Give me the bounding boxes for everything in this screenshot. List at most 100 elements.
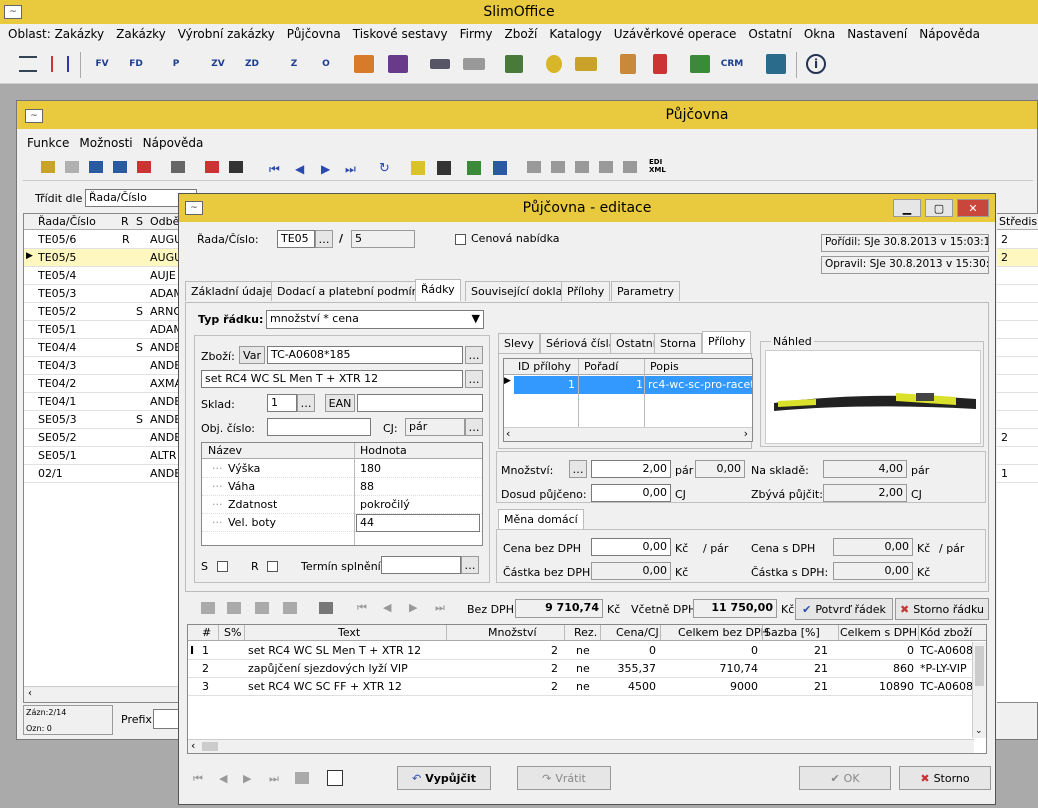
storno-button[interactable]: ✖ Storno — [899, 766, 991, 790]
horizontal-scrollbar[interactable]: ‹ — [24, 686, 180, 702]
subtab-3[interactable]: Storna — [654, 333, 703, 353]
last-record-icon[interactable]: ⏭ — [345, 162, 356, 177]
people-icon[interactable] — [686, 50, 714, 78]
lines-col-5[interactable]: Cena/CJ. — [616, 626, 662, 639]
sklad-lookup-button[interactable]: … — [297, 394, 315, 412]
export-icon[interactable] — [467, 161, 481, 175]
box-icon[interactable] — [350, 50, 378, 78]
lines-hscrollbar[interactable]: ‹ — [188, 739, 974, 753]
sklad-input[interactable]: 1 — [267, 394, 297, 412]
tab-2[interactable]: Řádky — [415, 279, 461, 301]
line-last-icon[interactable]: ⏭ — [435, 601, 445, 615]
document-z-icon[interactable]: Z — [280, 50, 308, 78]
r-checkbox[interactable] — [267, 561, 278, 572]
table-row[interactable]: TE05/1 ADAM — [24, 321, 180, 339]
truck-icon[interactable] — [572, 50, 600, 78]
col-id-prilohy[interactable]: ID přílohy — [518, 360, 571, 373]
col-rada-cislo[interactable]: Řada/Číslo — [38, 215, 96, 228]
delete-icon[interactable] — [137, 161, 151, 173]
mnozstvi-lookup-button[interactable]: … — [569, 460, 587, 478]
line-delete-icon[interactable] — [283, 602, 297, 614]
prefix-input[interactable] — [153, 709, 181, 729]
parameter-row[interactable]: ··· Výška 180 — [202, 460, 482, 478]
cena-bez-input[interactable]: 0,00 — [591, 538, 671, 556]
lines-col-7[interactable]: Sazba [%] — [764, 626, 820, 639]
dosud-input[interactable]: 0,00 — [591, 484, 671, 502]
doc-prev-icon[interactable]: ◀ — [219, 772, 227, 785]
mnozstvi-input[interactable]: 2,00 — [591, 460, 671, 478]
table-row[interactable]: TE04/1 ANDE — [24, 393, 180, 411]
cislo-input[interactable]: 5 — [351, 230, 415, 248]
line-next-icon[interactable]: ▶ — [409, 601, 417, 614]
scroll-right-icon[interactable]: › — [744, 427, 748, 440]
termin-lookup-button[interactable]: … — [461, 556, 479, 574]
line-row[interactable]: 3 set RC4 WC SC FF + XTR 12 2 ne 4500 9000 21 1… — [188, 678, 972, 696]
ean-input[interactable] — [357, 394, 483, 412]
invoice-fv-icon[interactable]: FV — [88, 50, 116, 78]
subtab-0[interactable]: Slevy — [498, 333, 540, 353]
card-icon[interactable] — [575, 161, 589, 173]
ean-button[interactable]: EAN — [325, 394, 355, 412]
open-icon[interactable] — [89, 161, 103, 173]
menu-item-12[interactable]: Nápověda — [919, 27, 980, 41]
zbozi-name-input[interactable]: set RC4 WC SL Men T + XTR 12 — [201, 370, 463, 388]
table-row[interactable]: SE05/1 ALTR — [24, 447, 180, 465]
menu-item-4[interactable]: Tiskové sestavy — [353, 27, 448, 41]
table-icon[interactable] — [411, 161, 425, 175]
table-row[interactable]: TE05/6 R AUGU — [24, 231, 180, 249]
stock-icon[interactable] — [426, 50, 454, 78]
document-zv-icon[interactable]: ZV — [204, 50, 232, 78]
copy-icon[interactable] — [65, 161, 79, 173]
menu-item-11[interactable]: Nastavení — [847, 27, 907, 41]
list-icon[interactable] — [14, 50, 42, 78]
parameter-row[interactable]: ··· Váha 88 — [202, 478, 482, 496]
menu-item-6[interactable]: Zboží — [505, 27, 538, 41]
table-row[interactable]: TE04/3 ANDE — [24, 357, 180, 375]
lines-col-3[interactable]: Množství — [488, 626, 537, 639]
tab-5[interactable]: Parametry — [611, 281, 680, 301]
maximize-button[interactable]: ▢ — [925, 199, 953, 217]
doc-print-icon[interactable] — [295, 772, 309, 784]
line-prev-icon[interactable]: ◀ — [383, 601, 391, 614]
vypujcit-button[interactable]: ↶ Vypůjčit — [397, 766, 491, 790]
document-p-icon[interactable]: P — [162, 50, 190, 78]
table-row[interactable]: SE05/2 ANDE — [24, 429, 180, 447]
rada-lookup-button[interactable]: … — [315, 230, 333, 248]
typ-radku-select[interactable]: množství * cena ▼ — [266, 310, 484, 329]
menu-item-9[interactable]: Ostatní — [748, 27, 791, 41]
refresh-icon[interactable]: ↻ — [379, 161, 390, 176]
home-users-icon[interactable] — [762, 50, 790, 78]
line-add-icon[interactable] — [227, 602, 241, 614]
parameter-value[interactable]: 44 — [356, 514, 480, 532]
col-poradi[interactable]: Pořadí — [584, 360, 618, 373]
settings-grid-icon[interactable] — [493, 161, 507, 175]
line-edit-icon[interactable] — [255, 602, 269, 614]
bg-menu-item-1[interactable]: Možnosti — [79, 136, 132, 150]
table-row[interactable]: ▶ TE05/5 AUGU — [24, 249, 180, 267]
import-icon[interactable] — [527, 161, 541, 173]
find-icon[interactable] — [113, 161, 127, 173]
zbozi-lookup-button[interactable]: … — [465, 346, 483, 364]
lines-vscrollbar[interactable]: ⌄ — [972, 642, 986, 738]
user-icon[interactable] — [599, 161, 613, 173]
scroll-left-icon[interactable]: ‹ — [191, 739, 195, 752]
tab-4[interactable]: Přílohy — [561, 281, 611, 301]
close-button[interactable]: ✕ — [957, 199, 989, 217]
col-stredisko[interactable]: Středisk — [999, 215, 1038, 228]
table-row[interactable]: SE05/3 S ANDE — [24, 411, 180, 429]
parameter-row[interactable]: ··· Vel. boty 44 — [202, 514, 482, 532]
zbozi-name-lookup-button[interactable]: … — [465, 370, 483, 388]
sliders-icon[interactable] — [46, 50, 74, 78]
termin-input[interactable] — [381, 556, 461, 574]
doc-list-icon[interactable] — [327, 770, 343, 786]
subtab-4[interactable]: Přílohy — [702, 331, 752, 353]
variant-button[interactable]: Var — [239, 346, 265, 364]
cenova-nabidka-checkbox[interactable] — [455, 234, 466, 245]
cj-input[interactable]: pár — [405, 418, 465, 436]
register-icon[interactable] — [460, 50, 488, 78]
col-hodnota[interactable]: Hodnota — [360, 444, 407, 457]
table-row[interactable]: 02/1 ANDE — [24, 465, 180, 483]
menu-item-2[interactable]: Výrobní zakázky — [178, 27, 275, 41]
mnozstvi2-input[interactable]: 0,00 — [695, 460, 745, 478]
storno-radku-button[interactable]: ✖ Storno řádku — [895, 598, 989, 620]
